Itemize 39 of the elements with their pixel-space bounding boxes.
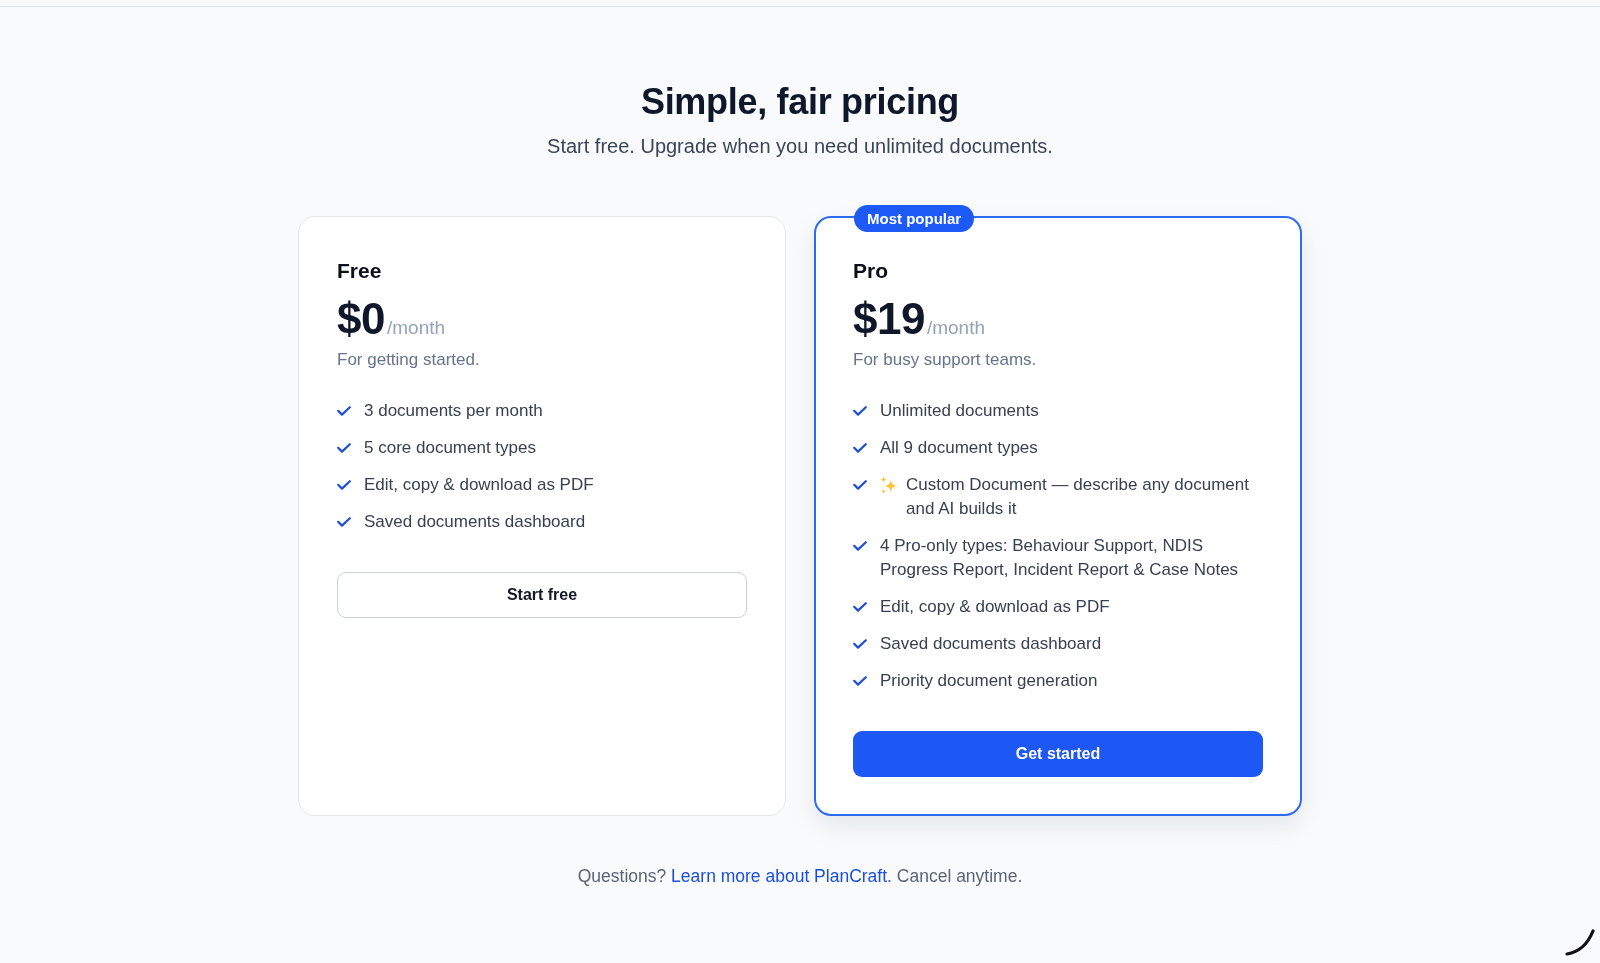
page-title: Simple, fair pricing bbox=[640, 81, 960, 123]
plan-price: $19 bbox=[853, 295, 925, 343]
feature-text: 4 Pro-only types: Behaviour Support, NDIS Progress Report, Incident Report & Case Notes bbox=[880, 535, 1240, 581]
plan-name: Free bbox=[337, 258, 382, 284]
page-subtitle: Start free. Upgrade when you need unlimited documents. bbox=[547, 134, 1053, 159]
feature-text: Unlimited documents bbox=[880, 400, 1040, 422]
plan-badge: Most popular bbox=[854, 205, 975, 232]
check-icon bbox=[337, 406, 351, 416]
feature-text: Custom Document — describe any document and AI builds it bbox=[906, 474, 1250, 520]
plan-description: For busy support teams. bbox=[853, 349, 1037, 371]
plan-name: Pro bbox=[853, 258, 888, 284]
feature-text: Edit, copy & download as PDF bbox=[880, 596, 1111, 618]
feature-text: 3 documents per month bbox=[364, 400, 544, 422]
feature-text: Edit, copy & download as PDF bbox=[364, 474, 595, 496]
check-icon bbox=[853, 406, 867, 416]
price-period: /month bbox=[926, 316, 985, 340]
check-icon bbox=[853, 443, 867, 453]
check-icon bbox=[337, 517, 351, 527]
get-started-button[interactable]: Get started bbox=[853, 731, 1263, 777]
feature-text: Saved documents dashboard bbox=[364, 511, 587, 533]
feature-text: Priority document generation bbox=[880, 670, 1099, 692]
footer-note: Questions? Learn more about PlanCraft. Cancel anytime. bbox=[577, 865, 1023, 888]
sparkle-icon bbox=[880, 476, 898, 494]
check-icon bbox=[853, 639, 867, 649]
check-icon bbox=[337, 480, 351, 490]
feature-text: 5 core document types bbox=[364, 437, 537, 459]
check-icon bbox=[337, 443, 351, 453]
check-icon bbox=[853, 676, 867, 686]
feature-text: Saved documents dashboard bbox=[880, 633, 1103, 655]
feature-text: All 9 document types bbox=[880, 437, 1039, 459]
check-icon bbox=[853, 480, 867, 490]
start-free-button[interactable]: Start free bbox=[337, 572, 747, 618]
plan-price: $0 bbox=[337, 295, 385, 343]
learn-more-link[interactable]: Learn more about PlanCraft bbox=[671, 866, 888, 886]
price-period: /month bbox=[386, 316, 446, 340]
check-icon bbox=[853, 541, 867, 551]
arc-icon bbox=[1565, 928, 1595, 957]
check-icon bbox=[853, 602, 867, 612]
plan-description: For getting started. bbox=[337, 349, 480, 371]
